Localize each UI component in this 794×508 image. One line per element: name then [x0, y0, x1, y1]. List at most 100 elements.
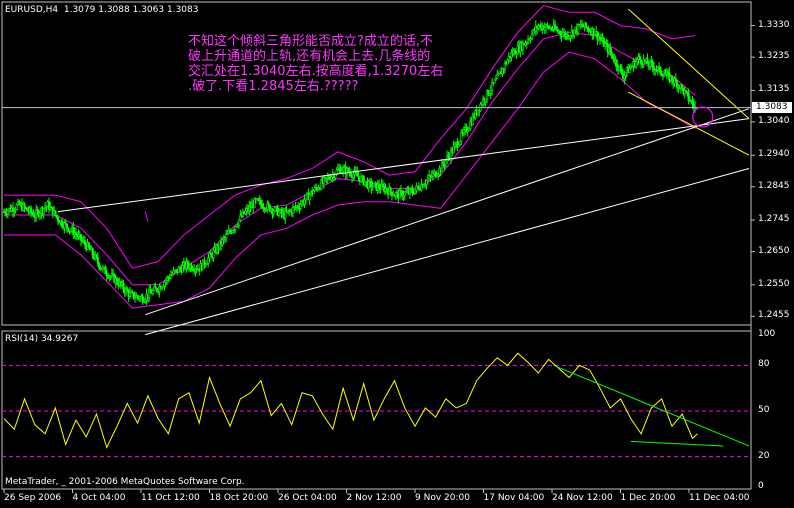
rsi-title: RSI(14) 34.9267 [5, 334, 79, 344]
time-tick-label: 26 Sep 2006 [4, 493, 62, 503]
candle-body [646, 58, 649, 65]
candle-body [611, 53, 614, 60]
candle-body [543, 27, 546, 31]
candle-body [628, 67, 631, 74]
chart-title: EURUSD,H4 1.3079 1.3088 1.3063 1.3083 [5, 5, 199, 15]
candle-body [444, 160, 447, 166]
rsi-line [3, 352, 698, 449]
candle-body [95, 254, 98, 258]
candle-body [65, 223, 69, 229]
rsi-tick-label: 80 [758, 359, 770, 370]
note-line: 交汇处在1.3040左右.按高度看,1.3270左右 [188, 64, 444, 79]
trendline [145, 168, 750, 336]
candle-body [587, 28, 590, 32]
time-tick-label: 1 Dec 20:00 [620, 493, 676, 503]
candle-body [23, 204, 26, 208]
price-tick-label: 1.3135 [758, 84, 790, 95]
candle-body [584, 22, 587, 28]
note-line: 破上升通道的上轨,还有机会上去.几条线的 [188, 49, 431, 64]
candle-body [190, 264, 193, 270]
candle-body [330, 176, 333, 181]
candle-body [431, 173, 435, 177]
candle-body [304, 194, 307, 201]
candle-body [32, 213, 35, 217]
candle-body [615, 59, 618, 68]
candle-body [670, 75, 674, 82]
candle-body [132, 291, 135, 299]
candle-body [115, 278, 119, 284]
candle-body [212, 250, 215, 258]
time-tick-label: 18 Oct 20:00 [209, 493, 269, 503]
candle-body [97, 262, 101, 268]
current-price-tag: 1.3083 [752, 101, 792, 113]
candle-body [122, 282, 125, 290]
candle-body [691, 100, 694, 105]
candle-body [619, 65, 622, 69]
price-tick-label: 1.2455 [758, 310, 790, 321]
candle-body [425, 180, 428, 185]
candle-body [259, 200, 262, 205]
candle-body [559, 31, 562, 35]
candle-body [659, 66, 662, 74]
candle-body [413, 189, 417, 195]
candle-body [573, 29, 576, 36]
candle-body [60, 220, 63, 227]
candle-body [681, 84, 684, 89]
candle-body [277, 211, 280, 216]
candle-body [462, 129, 465, 134]
candle-body [634, 61, 638, 68]
candle-body [83, 240, 87, 245]
candle-body [452, 145, 455, 153]
candle-body [6, 210, 9, 215]
candle-body [26, 207, 29, 211]
candle-body [231, 230, 234, 234]
candle-body [411, 189, 414, 194]
candle-body [186, 261, 189, 267]
candle-body [207, 257, 210, 264]
candle-body [312, 190, 315, 194]
price-tick-label: 1.2745 [758, 213, 790, 224]
candle-body [56, 216, 60, 221]
candle-body [687, 92, 690, 101]
time-tick-label: 11 Oct 12:00 [141, 493, 200, 503]
candle-body [553, 24, 557, 30]
candle-body [244, 210, 247, 215]
candle-body [620, 68, 623, 75]
candle-body [349, 172, 352, 177]
trendline [145, 108, 750, 316]
candle-body [674, 78, 677, 82]
candle-body [272, 210, 275, 214]
candle-body [291, 207, 295, 214]
time-tick-label: 4 Oct 04:00 [72, 493, 126, 503]
candle-body [303, 199, 306, 205]
candle-body [149, 289, 152, 293]
note-line: 不知这个倾斜三角形能否成立?成立的话,不 [188, 34, 434, 49]
candle-body [417, 186, 420, 190]
price-tick-label: 1.2845 [758, 180, 790, 191]
price-tick-label: 1.3235 [758, 51, 790, 62]
candle-body [458, 140, 462, 145]
candle-body [253, 198, 256, 209]
candle-body [609, 47, 612, 53]
candle-body [385, 188, 388, 192]
candle-body [151, 290, 155, 295]
rsi-tick-label: 50 [758, 405, 770, 415]
candle-body [651, 62, 654, 67]
candle-body [308, 194, 311, 201]
candle-body [169, 274, 173, 279]
annotation-note: 不知这个倾斜三角形能否成立?成立的话,不 破上升通道的上轨,还有机会上去.几条线… [188, 34, 528, 94]
note-line: .破了.下看1.2845左右.????? [188, 79, 359, 94]
price-tick-label: 1.2940 [758, 149, 790, 160]
candle-body [334, 174, 337, 178]
price-tick-label: 1.2650 [758, 245, 790, 256]
candle-body [126, 288, 129, 292]
candle-body [87, 242, 90, 248]
rsi-trendline [553, 364, 750, 447]
candle-body [104, 266, 107, 275]
rsi-tick-label: 20 [758, 450, 770, 461]
candle-body [15, 204, 18, 210]
candle-body [38, 213, 42, 217]
time-tick-label: 9 Nov 20:00 [415, 493, 470, 503]
candle-body [299, 204, 302, 209]
candle-body [377, 184, 381, 189]
